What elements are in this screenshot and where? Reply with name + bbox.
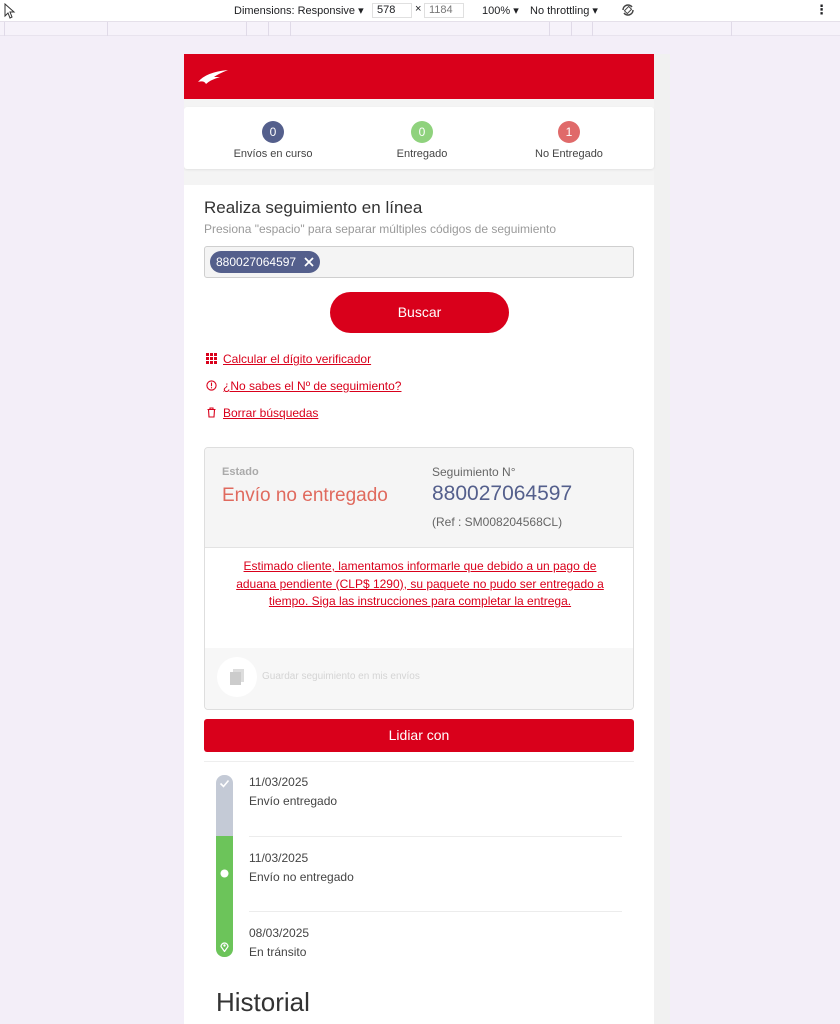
- timeline-bar-active: [216, 836, 233, 957]
- link-label: ¿No sabes el Nº de seguimiento?: [223, 379, 402, 393]
- tracking-number-value: 880027064597: [432, 482, 573, 505]
- count-badge: 0: [262, 121, 284, 143]
- event-status: Envío no entregado: [249, 870, 354, 884]
- event-date: 08/03/2025: [249, 926, 310, 940]
- save-tracking-row[interactable]: Guardar seguimiento en mis envíos: [205, 648, 633, 709]
- shipment-counters: 0 Envíos en curso 0 Entregado 1 No Entre…: [184, 107, 654, 169]
- status-label: Estado: [222, 466, 259, 478]
- count-badge: 0: [411, 121, 433, 143]
- scrollbar[interactable]: [654, 54, 670, 1024]
- logo-icon[interactable]: [196, 68, 230, 86]
- tracking-reference: (Ref : SM008204568CL): [432, 515, 563, 529]
- tracking-code-chip[interactable]: 880027064597: [210, 251, 321, 273]
- search-button[interactable]: Buscar: [330, 292, 509, 333]
- tracking-timeline: 11/03/2025 Envío entregado 11/03/2025 En…: [216, 775, 622, 959]
- save-button[interactable]: [217, 657, 257, 697]
- count-badge: 1: [558, 121, 580, 143]
- times-sign: ×: [415, 3, 422, 15]
- location-pin-icon: [220, 942, 229, 952]
- counter-label: Envíos en curso: [233, 148, 313, 160]
- tracking-number-label: Seguimiento N°: [432, 465, 516, 479]
- counter-label: Entregado: [396, 148, 448, 160]
- bookmark-icon: [230, 669, 244, 685]
- event-status: En tránsito: [249, 945, 307, 959]
- handle-button[interactable]: Lidiar con: [204, 719, 634, 752]
- counter-in-progress[interactable]: 0 Envíos en curso: [203, 121, 343, 160]
- link-label: Borrar búsquedas: [223, 406, 319, 420]
- site-header: [184, 54, 654, 99]
- trash-icon: [207, 407, 216, 418]
- counter-delivered[interactable]: 0 Entregado: [352, 121, 492, 160]
- page-title: Realiza seguimiento en línea: [204, 198, 423, 217]
- check-icon: [219, 779, 230, 788]
- info-icon: [206, 380, 217, 391]
- rotate-icon[interactable]: [620, 2, 636, 18]
- timeline-event: 11/03/2025 Envío no entregado: [249, 851, 622, 926]
- timeline-separator: [249, 836, 622, 837]
- save-label: Guardar seguimiento en mis envíos: [262, 671, 420, 682]
- device-viewport: 0 Envíos en curso 0 Entregado 1 No Entre…: [184, 54, 670, 1024]
- divider: [204, 761, 634, 762]
- dot-icon: [220, 869, 229, 878]
- chip-label: 880027064597: [216, 255, 297, 269]
- media-query-ruler: [0, 22, 840, 36]
- event-date: 11/03/2025: [249, 775, 309, 789]
- throttling-dropdown[interactable]: No throttling ▾: [530, 4, 598, 17]
- tracking-input[interactable]: 880027064597: [204, 246, 634, 278]
- history-heading: Historial: [216, 987, 310, 1017]
- result-summary: Estado Envío no entregado Seguimiento N°…: [205, 448, 633, 548]
- devtools-toolbar: Dimensions: Responsive ▾ 578 × 1184 100%…: [0, 0, 840, 22]
- counter-label: No Entregado: [535, 148, 603, 160]
- link-label: Calcular el dígito verificador: [223, 352, 372, 366]
- event-status: Envío entregado: [249, 794, 338, 808]
- dimensions-dropdown[interactable]: Dimensions: Responsive ▾: [234, 4, 364, 17]
- height-input[interactable]: 1184: [424, 3, 464, 18]
- event-date: 11/03/2025: [249, 851, 309, 865]
- grid-icon: [206, 353, 217, 364]
- close-icon[interactable]: [303, 256, 315, 268]
- customs-notice-link[interactable]: Estimado cliente, lamentamos informarle …: [225, 558, 615, 611]
- timeline-separator: [249, 911, 622, 912]
- counter-not-delivered[interactable]: 1 No Entregado: [499, 121, 639, 160]
- status-value: Envío no entregado: [222, 485, 388, 506]
- result-card: Estado Envío no entregado Seguimiento N°…: [204, 447, 634, 710]
- more-options-icon[interactable]: ⋮: [815, 2, 828, 18]
- width-input[interactable]: 578: [372, 3, 412, 18]
- search-hint: Presiona "espacio" para separar múltiple…: [204, 222, 557, 236]
- timeline-event: 11/03/2025 Envío entregado: [249, 775, 622, 850]
- tracking-card: Realiza seguimiento en línea Presiona "e…: [184, 185, 654, 1024]
- cursor-icon[interactable]: [4, 3, 16, 19]
- zoom-dropdown[interactable]: 100% ▾: [482, 4, 519, 17]
